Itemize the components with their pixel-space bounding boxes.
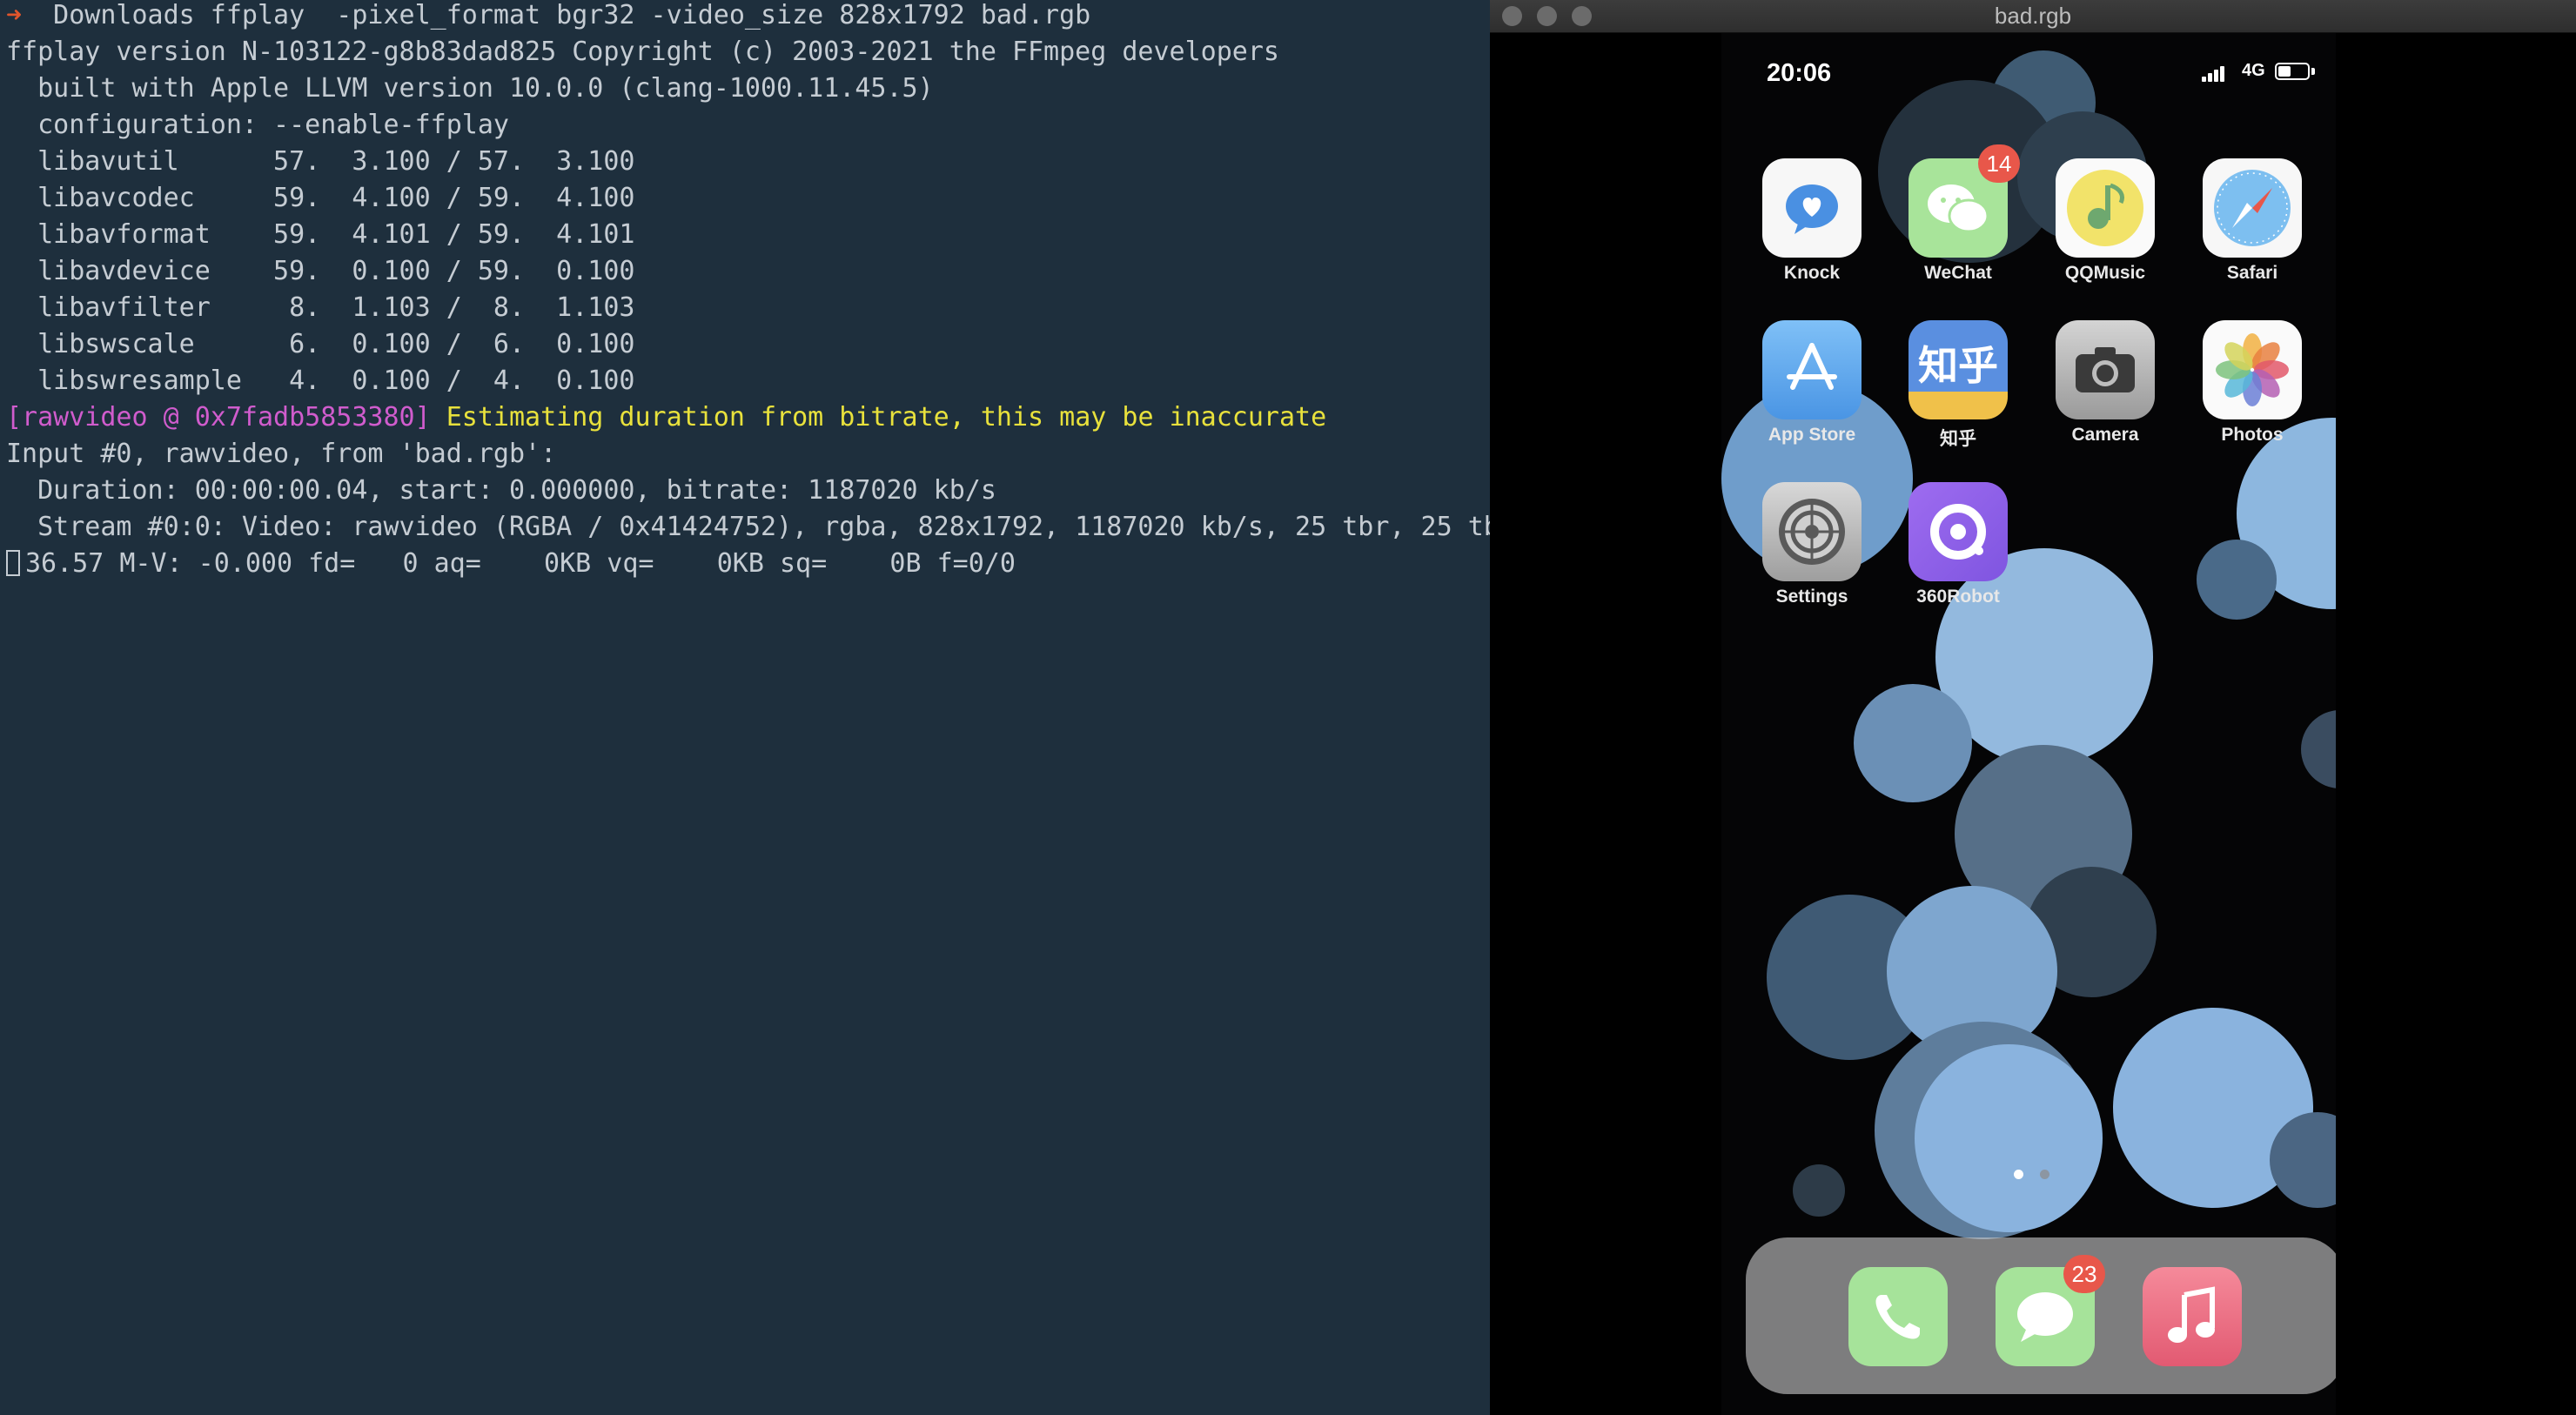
command-text: Downloads ffplay -pixel_format bgr32 -vi… (22, 0, 1091, 30)
app-store-icon (1762, 320, 1862, 419)
output-line: ffplay version N-103122-g8b83dad825 Copy… (6, 37, 1279, 67)
safari-icon (2203, 158, 2302, 258)
wechat-icon: 14 (1909, 144, 2020, 258)
terminal-window[interactable]: ➜ Downloads ffplay -pixel_format bgr32 -… (0, 0, 1490, 1415)
page-dot-active (2014, 1170, 2023, 1179)
warning-prefix: [rawvideo @ 0x7fadb5853380] (6, 402, 431, 433)
app-label: QQMusic (2064, 263, 2146, 283)
output-line: libavutil 57. 3.100 / 57. 3.100 (6, 146, 635, 177)
output-line: Stream #0:0: Video: rawvideo (RGBA / 0x4… (6, 512, 1490, 542)
status-text: 36.57 M-V: -0.000 fd= 0 aq= 0KB vq= 0KB … (25, 548, 1016, 579)
status-time: 20:06 (1767, 59, 1832, 87)
wallpaper-bubble (1793, 1164, 1845, 1217)
wallpaper-bubble (2197, 540, 2277, 620)
app-settings[interactable]: Settings (1747, 482, 1877, 607)
player-window[interactable]: bad.rgb 20:06 4G Knock 14 WeChat QQMusic… (1490, 0, 2576, 1415)
zhihu-icon: 知乎 (1909, 320, 2008, 419)
output-line: libswscale 6. 0.100 / 6. 0.100 (6, 329, 635, 359)
app-label: 知乎 (1940, 429, 1976, 449)
output-line: configuration: --enable-ffplay (6, 110, 509, 140)
messages-badge: 23 (2063, 1255, 2105, 1293)
app-label: WeChat (1924, 263, 1992, 283)
output-line: libavcodec 59. 4.100 / 59. 4.100 (6, 183, 635, 213)
signal-icon (2202, 64, 2231, 82)
battery-tip (2311, 68, 2315, 75)
output-line: libswresample 4. 0.100 / 4. 0.100 (6, 365, 635, 396)
app-zhihu[interactable]: 知乎 知乎 (1893, 320, 2023, 451)
output-line: built with Apple LLVM version 10.0.0 (cl… (6, 73, 934, 104)
prompt-arrow: ➜ (6, 0, 23, 30)
app-photos[interactable]: Photos (2187, 320, 2318, 446)
app-camera[interactable]: Camera (2040, 320, 2170, 446)
app-label: Knock (1783, 263, 1841, 283)
output-line: Input #0, rawvideo, from 'bad.rgb': (6, 439, 557, 469)
carrier-label: 4G (2242, 61, 2265, 80)
title-bar[interactable]: bad.rgb (1490, 0, 2576, 33)
qqmusic-icon (2056, 158, 2155, 258)
cursor (6, 550, 20, 576)
app-app-store[interactable]: App Store (1747, 320, 1877, 446)
messages-icon[interactable]: 23 (1996, 1255, 2105, 1366)
app-safari[interactable]: Safari (2187, 158, 2318, 284)
dock: 23 (1746, 1237, 2336, 1394)
app-qqmusic[interactable]: QQMusic (2040, 158, 2170, 284)
zhihu-glyph: 知乎 (1918, 342, 1998, 389)
battery-icon (2275, 63, 2310, 80)
app-label: App Store (1768, 425, 1856, 445)
page-dot (2040, 1170, 2049, 1179)
app-knock[interactable]: Knock (1747, 158, 1877, 284)
page-indicator[interactable] (2014, 1166, 2066, 1183)
knock-icon (1762, 158, 1862, 258)
output-line: libavdevice 59. 0.100 / 59. 0.100 (6, 256, 635, 286)
robot-icon (1909, 482, 2008, 581)
app-label: Settings (1775, 587, 1848, 607)
warning-text: Estimating duration from bitrate, this m… (430, 402, 1327, 433)
app-wechat[interactable]: 14 WeChat (1893, 144, 2023, 284)
warning-line: [rawvideo @ 0x7fadb5853380] Estimating d… (6, 399, 1326, 436)
music-icon[interactable] (2143, 1267, 2242, 1366)
phone-icon[interactable] (1848, 1267, 1948, 1366)
wallpaper-bubble (2301, 710, 2336, 788)
settings-icon (1762, 482, 1862, 581)
photos-icon (2203, 320, 2302, 419)
app-label: 360Robot (1916, 587, 2000, 607)
wechat-badge: 14 (1978, 144, 2020, 183)
window-title: bad.rgb (1994, 3, 2072, 29)
status-line: 36.57 M-V: -0.000 fd= 0 aq= 0KB vq= 0KB … (6, 546, 1016, 582)
app-label: Camera (2071, 425, 2139, 445)
output-line: libavfilter 8. 1.103 / 8. 1.103 (6, 292, 635, 323)
app-360robot[interactable]: 360Robot (1893, 482, 2023, 607)
command-line: ➜ Downloads ffplay -pixel_format bgr32 -… (6, 0, 1090, 34)
wallpaper-bubble (1854, 684, 1972, 802)
video-frame: 20:06 4G Knock 14 WeChat QQMusic Safari … (1721, 33, 2336, 1415)
app-label: Safari (2226, 263, 2278, 283)
output-line: Duration: 00:00:00.04, start: 0.000000, … (6, 475, 996, 506)
camera-icon (2056, 320, 2155, 419)
output-line: libavformat 59. 4.101 / 59. 4.101 (6, 219, 635, 250)
app-label: Photos (2221, 425, 2284, 445)
wallpaper-bubble (1915, 1044, 2103, 1232)
